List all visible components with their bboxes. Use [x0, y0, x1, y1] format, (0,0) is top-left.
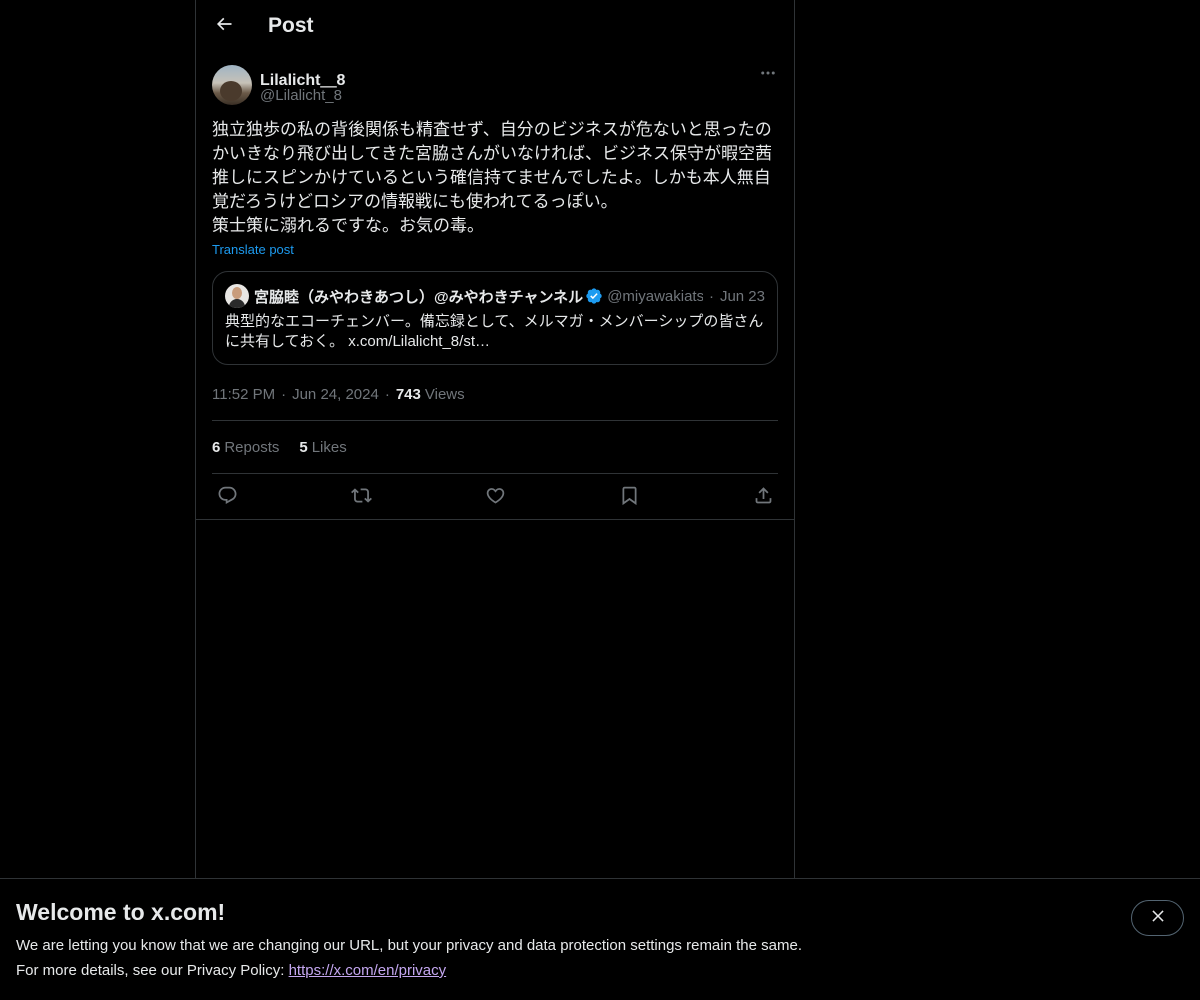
- banner-close-button[interactable]: [1131, 900, 1184, 936]
- post-time[interactable]: 11:52 PM: [212, 386, 275, 403]
- banner-privacy-prefix: For more details, see our Privacy Policy…: [16, 962, 289, 979]
- engagement-stats: 6 Reposts 5 Likes: [212, 421, 778, 473]
- divider: [196, 519, 794, 520]
- repost-button[interactable]: [350, 487, 372, 509]
- author-row: Lilalicht＿8 @Lilalicht_8: [212, 65, 778, 121]
- share-icon: [753, 485, 774, 511]
- top-bar: Post: [196, 0, 794, 53]
- reply-button[interactable]: [216, 485, 238, 511]
- verified-badge-icon: [585, 287, 603, 305]
- main-column: Post Lilalicht＿8 @Lilalicht_8 独立独歩の私の背後関…: [195, 0, 795, 1000]
- post-meta: 11:52 PM · Jun 24, 2024 · 743 Views: [212, 384, 778, 404]
- url-change-banner: Welcome to x.com! We are letting you kno…: [0, 878, 1200, 1000]
- share-button[interactable]: [752, 485, 774, 511]
- quote-author-handle: @miyawakiatsushi: [607, 287, 703, 305]
- more-button[interactable]: [758, 65, 778, 85]
- quoted-post[interactable]: 宮脇睦（みやわきあつし）@みやわきチャンネル @miyawakiatsushi …: [212, 271, 778, 365]
- reply-icon: [217, 485, 238, 511]
- bookmark-icon: [619, 485, 640, 511]
- arrow-left-icon: [214, 14, 234, 39]
- more-horizontal-icon: [759, 64, 777, 87]
- translate-post-link[interactable]: Translate post: [212, 242, 294, 257]
- separator-dot: ·: [281, 385, 287, 403]
- separator-dot: ·: [708, 287, 714, 305]
- back-button[interactable]: [207, 9, 241, 43]
- post: Lilalicht＿8 @Lilalicht_8 独立独歩の私の背後関係も精査せ…: [196, 65, 794, 521]
- close-icon: [1149, 907, 1167, 930]
- like-button[interactable]: [484, 487, 506, 509]
- banner-message: We are letting you know that we are chan…: [16, 937, 802, 954]
- author-avatar[interactable]: [212, 65, 252, 105]
- quote-author-name: 宮脇睦（みやわきあつし）@みやわきチャンネル: [254, 288, 584, 306]
- privacy-policy-link[interactable]: https://x.com/en/privacy: [289, 962, 447, 979]
- reposts-stat[interactable]: 6 Reposts: [212, 439, 279, 456]
- action-bar: [212, 474, 778, 521]
- separator-dot: ·: [384, 385, 390, 403]
- post-date[interactable]: Jun 24, 2024: [292, 386, 379, 403]
- quote-date: Jun 23: [719, 287, 765, 305]
- likes-count: 5: [299, 438, 308, 456]
- quote-text: 典型的なエコーチェンバー。備忘録として、メルマガ・メンバーシップの皆さんに共有し…: [225, 313, 764, 350]
- banner-privacy-line: For more details, see our Privacy Policy…: [16, 962, 446, 979]
- author-handle[interactable]: @Lilalicht_8: [260, 87, 342, 104]
- quote-avatar: [225, 284, 249, 308]
- post-text: 独立独歩の私の背後関係も精査せず、自分のビジネスが危ないと思ったの かいきなり飛…: [212, 120, 772, 235]
- repost-icon: [350, 485, 372, 511]
- views-count: 743: [395, 385, 421, 403]
- reposts-label: Reposts: [224, 438, 280, 456]
- heart-icon: [485, 485, 506, 511]
- banner-title: Welcome to x.com!: [16, 899, 226, 925]
- likes-label: Likes: [311, 438, 347, 456]
- reposts-count: 6: [212, 438, 221, 456]
- quote-header: 宮脇睦（みやわきあつし）@みやわきチャンネル @miyawakiatsushi …: [225, 284, 765, 308]
- bookmark-button[interactable]: [618, 485, 640, 511]
- views-label: Views: [424, 385, 465, 403]
- page-title: Post: [268, 14, 314, 37]
- likes-stat[interactable]: 5 Likes: [299, 439, 346, 456]
